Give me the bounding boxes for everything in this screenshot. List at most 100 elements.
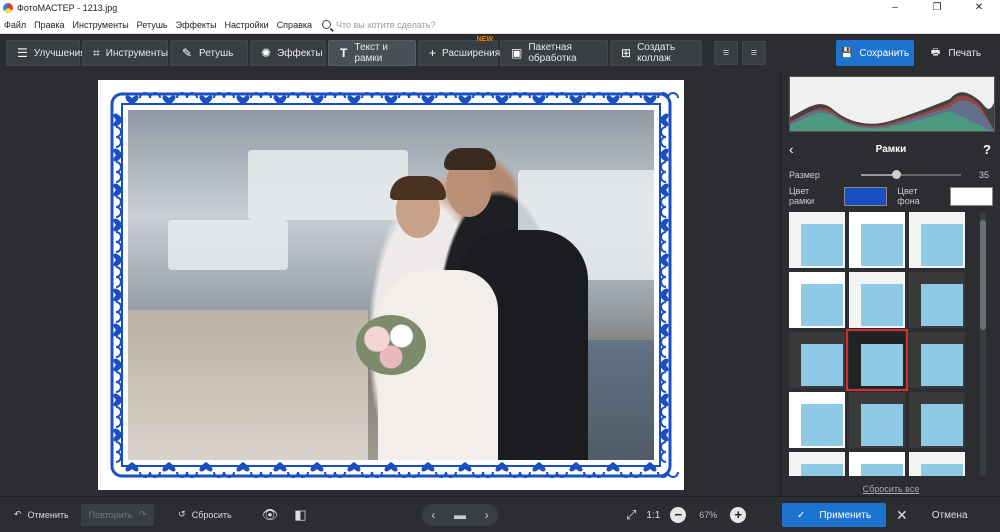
frame-thumbnail[interactable] — [909, 452, 965, 476]
help-icon[interactable]: ? — [983, 142, 991, 157]
search-input[interactable]: Что вы хотите сделать? — [336, 20, 436, 30]
frame-curl — [115, 301, 122, 323]
tab-effects[interactable]: ✺ Эффекты — [250, 40, 326, 66]
fit-screen-icon[interactable]: ⤢ — [626, 507, 636, 523]
frame-thumbnail[interactable] — [789, 212, 845, 268]
tab-enhancements[interactable]: ☰ Улучшения — [6, 40, 86, 66]
prev-image-icon[interactable]: ‹ — [431, 508, 435, 522]
save-button[interactable]: 💾 Сохранить — [836, 40, 914, 66]
frame-heart-icon — [199, 462, 213, 472]
wedding-photo — [128, 110, 654, 460]
list-plus-icon: ≡ — [722, 47, 730, 59]
frame-thumbnail[interactable] — [909, 332, 965, 388]
frame-curl — [660, 371, 667, 393]
menu-file[interactable]: Файл — [0, 20, 30, 30]
tab-retouch[interactable]: ✎ Ретушь — [170, 40, 248, 66]
frame-thumbnail[interactable] — [909, 392, 965, 448]
frame-curl — [361, 471, 383, 478]
panel-header: ‹ Рамки ? — [781, 138, 1000, 160]
menu-retouch[interactable]: Ретушь — [133, 20, 172, 30]
tab-tools[interactable]: ⌗ Инструменты — [82, 40, 168, 66]
frame-curl — [115, 161, 122, 183]
printer-icon: 🖶 — [930, 46, 941, 58]
frame-thumbnail[interactable] — [789, 452, 845, 476]
frame-curl — [472, 92, 494, 99]
history-button[interactable]: ≡ — [742, 41, 766, 65]
photo-with-frame[interactable] — [98, 80, 684, 490]
next-image-icon[interactable]: › — [485, 508, 489, 522]
frame-thumbnail[interactable] — [849, 392, 905, 448]
frame-thumbnail[interactable] — [849, 272, 905, 328]
zoom-1-1-button[interactable]: 1:1 — [646, 510, 660, 521]
frame-thumbnail[interactable] — [909, 272, 965, 328]
apply-button[interactable]: ✓ Применить — [782, 503, 886, 527]
frame-curl — [176, 471, 198, 478]
tab-label: Инструменты — [105, 47, 169, 59]
frame-thumbnail[interactable] — [909, 212, 965, 268]
frame-thumbnail[interactable] — [849, 452, 905, 476]
add-layer-button[interactable]: ≡ — [714, 41, 738, 65]
menu-effects[interactable]: Эффекты — [172, 20, 221, 30]
tab-collage[interactable]: ⊞ Создать коллаж — [610, 40, 702, 66]
folder-icon[interactable]: ▬ — [454, 508, 466, 522]
size-slider-knob[interactable] — [892, 170, 901, 179]
cancel-button[interactable]: ✕ Отмена — [890, 503, 996, 527]
frame-thumbnail[interactable] — [789, 272, 845, 328]
search-box[interactable]: Что вы хотите сделать? — [322, 20, 436, 30]
menu-edit[interactable]: Правка — [30, 20, 68, 30]
frame-thumbnail[interactable] — [789, 392, 845, 448]
scroll-thumb[interactable] — [980, 220, 986, 330]
tab-label: Расширения — [442, 47, 501, 59]
print-button[interactable]: 🖶 Печать — [918, 40, 994, 66]
app-logo-icon — [3, 3, 13, 13]
compare-button[interactable]: ◧ — [286, 504, 314, 526]
frame-curl — [139, 92, 161, 99]
tab-text-frames[interactable]: T Текст и рамки — [328, 40, 416, 66]
tab-extensions[interactable]: + Расширения NEW — [418, 36, 501, 66]
zoom-out-icon[interactable]: − — [670, 507, 687, 523]
frame-heart-icon — [421, 462, 435, 472]
tab-label: Пакетная обработка — [528, 42, 577, 64]
redo-button[interactable]: Повторить ↷ — [80, 503, 155, 526]
bg-color-swatch[interactable] — [949, 186, 993, 206]
menu-settings[interactable]: Настройки — [221, 20, 273, 30]
reset-all-link[interactable]: Сбросить все — [781, 484, 1000, 494]
tab-batch[interactable]: ▣ Пакетная обработка — [500, 40, 608, 66]
minimize-button[interactable]: – — [874, 0, 916, 16]
frame-heart-icon — [659, 218, 669, 232]
frame-heart-icon — [643, 95, 657, 105]
preview-button[interactable]: 👁 — [254, 504, 287, 526]
frame-thumbnail[interactable] — [789, 332, 845, 388]
frame-curl — [435, 92, 457, 99]
undo-button[interactable]: ↶ Отменить — [6, 504, 77, 526]
frame-thumbnail[interactable] — [846, 329, 908, 391]
tab-label: Создать коллаж — [637, 42, 676, 64]
frame-thumbnail[interactable] — [849, 212, 905, 268]
frame-color-swatch[interactable] — [843, 186, 888, 206]
window-title: ФотоМАСТЕР - 1213.jpg — [17, 3, 118, 13]
menu-help[interactable]: Справка — [273, 20, 316, 30]
frame-heart-icon — [659, 288, 669, 302]
frame-curl — [115, 336, 122, 358]
frame-curl — [509, 471, 531, 478]
reset-button[interactable]: ↺ Сбросить — [170, 504, 240, 526]
frame-heart-icon — [606, 95, 620, 105]
maximize-button[interactable]: ❐ — [916, 0, 958, 16]
menu-tools[interactable]: Инструменты — [69, 20, 133, 30]
frame-heart-icon — [113, 288, 123, 302]
color-controls: Цвет рамки Цвет фона — [789, 186, 993, 206]
cancel-label: Отмена — [931, 509, 968, 521]
thumbnails-scrollbar[interactable] — [977, 212, 989, 476]
close-button[interactable]: ✕ — [958, 0, 1000, 16]
plus-icon: + — [429, 46, 437, 60]
frame-curl — [583, 471, 605, 478]
canvas-area[interactable] — [0, 72, 780, 496]
back-arrow-icon[interactable]: ‹ — [789, 141, 794, 157]
size-slider[interactable] — [861, 170, 961, 179]
undo-label: Отменить — [27, 509, 69, 520]
zoom-in-icon[interactable]: + — [730, 507, 747, 523]
histogram — [789, 76, 995, 132]
thumbnail-preview — [921, 284, 963, 326]
frame-heart-icon — [659, 183, 669, 197]
thumbnail-preview — [801, 344, 843, 386]
